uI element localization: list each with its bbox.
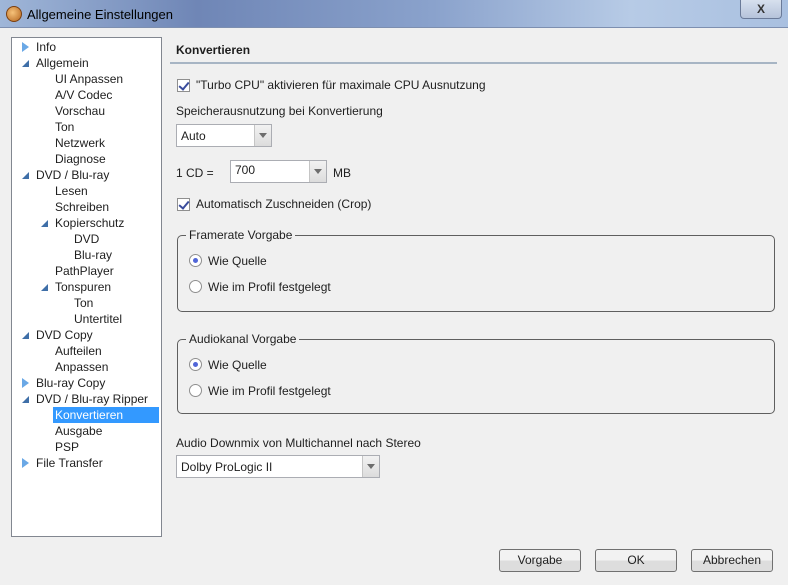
audiochannel-group-title: Audiokanal Vorgabe — [186, 332, 300, 346]
tree-item[interactable]: Aufteilen — [53, 343, 104, 359]
audiochannel-group: Audiokanal Vorgabe — [177, 332, 775, 414]
tree-item[interactable]: File Transfer — [34, 455, 105, 471]
framerate-radio-profile[interactable] — [189, 280, 202, 293]
tree-item[interactable]: Vorschau — [53, 103, 107, 119]
audiochannel-radio-source[interactable] — [189, 358, 202, 371]
heading-divider — [170, 62, 777, 64]
cd-size-combo[interactable]: 700 — [230, 160, 327, 183]
memory-usage-value: Auto — [181, 129, 206, 143]
tree-item[interactable]: Anpassen — [53, 359, 110, 375]
settings-tree[interactable]: Info Allgemein UI Anpassen A/V Codec Vorscha… — [11, 37, 162, 537]
tree-item[interactable]: Ausgabe — [53, 423, 104, 439]
auto-crop-checkbox[interactable] — [177, 198, 190, 211]
chevron-down-icon[interactable] — [254, 125, 271, 146]
cd-size-label: 1 CD = — [176, 166, 214, 180]
tree-item[interactable]: Blu-ray — [72, 247, 114, 263]
collapsed-triangle-icon[interactable] — [22, 458, 29, 468]
tree-item[interactable]: Lesen — [53, 183, 90, 199]
memory-usage-label: Speicherausnutzung bei Konvertierung — [176, 104, 383, 118]
downmix-label: Audio Downmix von Multichannel nach Ster… — [176, 436, 421, 450]
chevron-down-icon[interactable] — [362, 456, 379, 477]
turbo-cpu-checkbox[interactable] — [177, 79, 190, 92]
tree-item[interactable]: Untertitel — [72, 311, 124, 327]
tree-item[interactable]: UI Anpassen — [53, 71, 125, 87]
default-button[interactable]: Vorgabe — [499, 549, 581, 572]
audiochannel-option-profile[interactable]: Wie im Profil festgelegt — [208, 384, 331, 398]
expanded-triangle-icon[interactable] — [22, 172, 29, 179]
expanded-triangle-icon[interactable] — [22, 60, 29, 67]
cd-size-value[interactable]: 700 — [235, 163, 255, 177]
tree-item[interactable]: Ton — [53, 119, 76, 135]
cancel-button[interactable]: Abbrechen — [691, 549, 773, 572]
framerate-option-source[interactable]: Wie Quelle — [208, 254, 267, 268]
collapsed-triangle-icon[interactable] — [22, 42, 29, 52]
auto-crop-label[interactable]: Automatisch Zuschneiden (Crop) — [196, 197, 371, 211]
tree-item[interactable]: Diagnose — [53, 151, 108, 167]
chevron-down-icon[interactable] — [309, 161, 326, 182]
tree-item[interactable]: DVD / Blu-ray — [34, 167, 111, 183]
tree-item[interactable]: Blu-ray Copy — [34, 375, 107, 391]
tree-item[interactable]: Allgemein — [34, 55, 91, 71]
tree-item[interactable]: A/V Codec — [53, 87, 114, 103]
downmix-value: Dolby ProLogic II — [181, 460, 273, 474]
expanded-triangle-icon[interactable] — [41, 284, 48, 291]
turbo-cpu-label[interactable]: "Turbo CPU" aktivieren für maximale CPU … — [196, 78, 486, 92]
memory-usage-select[interactable]: Auto — [176, 124, 272, 147]
expanded-triangle-icon[interactable] — [22, 396, 29, 403]
tree-item[interactable]: Konvertieren — [53, 407, 159, 423]
window-title: Allgemeine Einstellungen — [27, 7, 173, 22]
tree-item[interactable]: Ton — [72, 295, 95, 311]
tree-item[interactable]: DVD — [72, 231, 101, 247]
tree-item[interactable]: DVD Copy — [34, 327, 95, 343]
framerate-group: Framerate Vorgabe — [177, 228, 775, 312]
framerate-option-profile[interactable]: Wie im Profil festgelegt — [208, 280, 331, 294]
tree-item[interactable]: PathPlayer — [53, 263, 116, 279]
expanded-triangle-icon[interactable] — [41, 220, 48, 227]
tree-item[interactable]: Kopierschutz — [53, 215, 126, 231]
ok-button[interactable]: OK — [595, 549, 677, 572]
audiochannel-option-source[interactable]: Wie Quelle — [208, 358, 267, 372]
app-icon — [6, 6, 22, 22]
title-bar[interactable]: Allgemeine Einstellungen X — [0, 0, 788, 28]
tree-item[interactable]: DVD / Blu-ray Ripper — [34, 391, 150, 407]
collapsed-triangle-icon[interactable] — [22, 378, 29, 388]
tree-item[interactable]: Info — [34, 39, 58, 55]
close-button[interactable]: X — [740, 0, 782, 19]
page-title: Konvertieren — [176, 43, 251, 57]
audiochannel-radio-profile[interactable] — [189, 384, 202, 397]
framerate-radio-source[interactable] — [189, 254, 202, 267]
expanded-triangle-icon[interactable] — [22, 332, 29, 339]
framerate-group-title: Framerate Vorgabe — [186, 228, 296, 242]
tree-item[interactable]: PSP — [53, 439, 81, 455]
cd-size-unit: MB — [333, 166, 351, 180]
downmix-select[interactable]: Dolby ProLogic II — [176, 455, 380, 478]
tree-item[interactable]: Netzwerk — [53, 135, 107, 151]
tree-item[interactable]: Tonspuren — [53, 279, 113, 295]
tree-item[interactable]: Schreiben — [53, 199, 111, 215]
